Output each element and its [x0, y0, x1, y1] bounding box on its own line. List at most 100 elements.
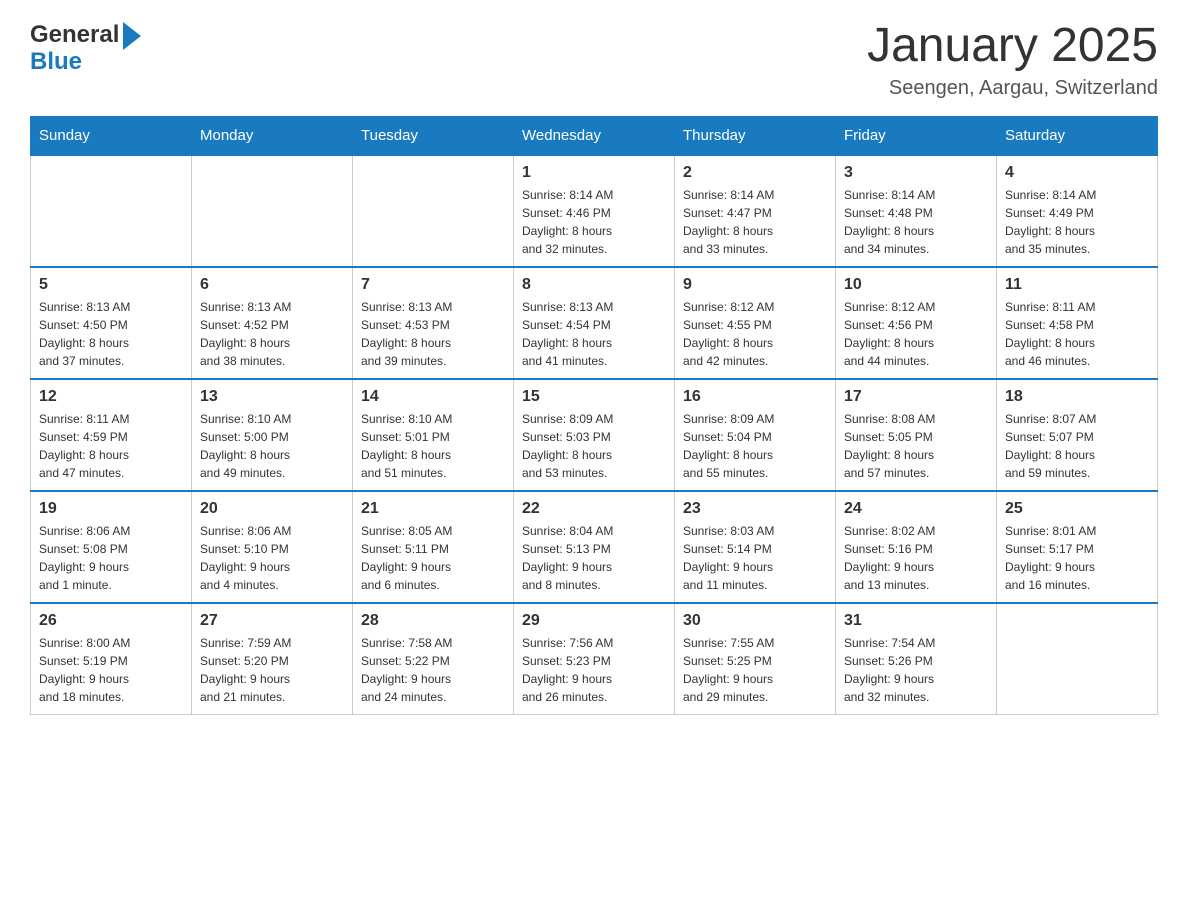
calendar-cell: 24 Sunrise: 8:02 AM Sunset: 5:16 PM Dayli…: [836, 491, 997, 603]
calendar-cell: 27Sunrise: 7:59 AM Sunset: 5:20 PM Dayli…: [192, 603, 353, 715]
day-number: 19: [39, 500, 183, 518]
calendar-cell: [192, 155, 353, 267]
day-number: 13: [200, 388, 344, 406]
day-info: Sunrise: 8:12 AM Sunset: 4:55 PM Dayligh…: [683, 298, 827, 370]
day-info: Sunrise: 8:04 AM Sunset: 5:13 PM Dayligh…: [522, 522, 666, 594]
calendar-row-5: 26 Sunrise: 8:00 AM Sunset: 5:19 PM Dayli…: [31, 603, 1158, 715]
calendar-cell: 3Sunrise: 8:14 AM Sunset: 4:48 PM Daylig…: [836, 155, 997, 267]
logo-general-text: General: [30, 21, 119, 49]
day-info: Sunrise: 8:09 AM Sunset: 5:04 PM Dayligh…: [683, 410, 827, 482]
day-number: 29: [522, 612, 666, 630]
day-number: 20: [200, 500, 344, 518]
day-info: Sunrise: 8:05 AM Sunset: 5:11 PM Dayligh…: [361, 522, 505, 594]
day-number: 26: [39, 612, 183, 630]
day-number: 2: [683, 164, 827, 182]
day-info: Sunrise: 7:55 AM Sunset: 5:25 PM Dayligh…: [683, 634, 827, 706]
calendar-subtitle: Seengen, Aargau, Switzerland: [867, 77, 1158, 100]
day-number: 21: [361, 500, 505, 518]
calendar-cell: 12Sunrise: 8:11 AM Sunset: 4:59 PM Dayli…: [31, 379, 192, 491]
day-number: 4: [1005, 164, 1149, 182]
day-info: Sunrise: 8:10 AM Sunset: 5:01 PM Dayligh…: [361, 410, 505, 482]
day-info: Sunrise: 7:56 AM Sunset: 5:23 PM Dayligh…: [522, 634, 666, 706]
day-info: Sunrise: 8:01 AM Sunset: 5:17 PM Dayligh…: [1005, 522, 1149, 594]
day-info: Sunrise: 8:08 AM Sunset: 5:05 PM Dayligh…: [844, 410, 988, 482]
calendar-cell: 9 Sunrise: 8:12 AM Sunset: 4:55 PM Daylig…: [675, 267, 836, 379]
logo: General Blue: [30, 20, 141, 76]
day-info: Sunrise: 8:13 AM Sunset: 4:53 PM Dayligh…: [361, 298, 505, 370]
calendar-cell: 4 Sunrise: 8:14 AM Sunset: 4:49 PM Daylig…: [997, 155, 1158, 267]
day-number: 5: [39, 276, 183, 294]
header-cell-wednesday: Wednesday: [514, 116, 675, 155]
calendar-header-row: SundayMondayTuesdayWednesdayThursdayFrid…: [31, 116, 1158, 155]
calendar-row-2: 5 Sunrise: 8:13 AM Sunset: 4:50 PM Daylig…: [31, 267, 1158, 379]
day-info: Sunrise: 8:13 AM Sunset: 4:54 PM Dayligh…: [522, 298, 666, 370]
calendar-cell: 29 Sunrise: 7:56 AM Sunset: 5:23 PM Dayli…: [514, 603, 675, 715]
day-info: Sunrise: 8:12 AM Sunset: 4:56 PM Dayligh…: [844, 298, 988, 370]
day-info: Sunrise: 8:11 AM Sunset: 4:58 PM Dayligh…: [1005, 298, 1149, 370]
calendar-cell: 10 Sunrise: 8:12 AM Sunset: 4:56 PM Dayli…: [836, 267, 997, 379]
calendar-cell: 7 Sunrise: 8:13 AM Sunset: 4:53 PM Daylig…: [353, 267, 514, 379]
calendar-title: January 2025: [867, 20, 1158, 73]
header-cell-saturday: Saturday: [997, 116, 1158, 155]
day-info: Sunrise: 8:07 AM Sunset: 5:07 PM Dayligh…: [1005, 410, 1149, 482]
day-number: 9: [683, 276, 827, 294]
day-number: 24: [844, 500, 988, 518]
day-info: Sunrise: 8:14 AM Sunset: 4:47 PM Dayligh…: [683, 186, 827, 258]
calendar-cell: 26 Sunrise: 8:00 AM Sunset: 5:19 PM Dayli…: [31, 603, 192, 715]
calendar-cell: 6 Sunrise: 8:13 AM Sunset: 4:52 PM Daylig…: [192, 267, 353, 379]
calendar-cell: 2 Sunrise: 8:14 AM Sunset: 4:47 PM Daylig…: [675, 155, 836, 267]
day-number: 28: [361, 612, 505, 630]
day-number: 31: [844, 612, 988, 630]
calendar-table: SundayMondayTuesdayWednesdayThursdayFrid…: [30, 116, 1158, 715]
day-number: 6: [200, 276, 344, 294]
day-number: 25: [1005, 500, 1149, 518]
day-info: Sunrise: 8:14 AM Sunset: 4:46 PM Dayligh…: [522, 186, 666, 258]
calendar-cell: 30Sunrise: 7:55 AM Sunset: 5:25 PM Dayli…: [675, 603, 836, 715]
calendar-cell: 13 Sunrise: 8:10 AM Sunset: 5:00 PM Dayli…: [192, 379, 353, 491]
day-info: Sunrise: 8:00 AM Sunset: 5:19 PM Dayligh…: [39, 634, 183, 706]
calendar-cell: 25 Sunrise: 8:01 AM Sunset: 5:17 PM Dayli…: [997, 491, 1158, 603]
calendar-cell: 23 Sunrise: 8:03 AM Sunset: 5:14 PM Dayli…: [675, 491, 836, 603]
day-info: Sunrise: 8:02 AM Sunset: 5:16 PM Dayligh…: [844, 522, 988, 594]
header-cell-thursday: Thursday: [675, 116, 836, 155]
calendar-cell: [353, 155, 514, 267]
day-number: 15: [522, 388, 666, 406]
day-info: Sunrise: 8:13 AM Sunset: 4:52 PM Dayligh…: [200, 298, 344, 370]
calendar-cell: 19Sunrise: 8:06 AM Sunset: 5:08 PM Dayli…: [31, 491, 192, 603]
day-number: 27: [200, 612, 344, 630]
day-number: 23: [683, 500, 827, 518]
page-header: General Blue January 2025 Seengen, Aarga…: [30, 20, 1158, 100]
calendar-cell: 1 Sunrise: 8:14 AM Sunset: 4:46 PM Daylig…: [514, 155, 675, 267]
calendar-row-3: 12Sunrise: 8:11 AM Sunset: 4:59 PM Dayli…: [31, 379, 1158, 491]
calendar-cell: 22 Sunrise: 8:04 AM Sunset: 5:13 PM Dayli…: [514, 491, 675, 603]
day-info: Sunrise: 8:14 AM Sunset: 4:48 PM Dayligh…: [844, 186, 988, 258]
day-number: 14: [361, 388, 505, 406]
day-number: 8: [522, 276, 666, 294]
header-cell-sunday: Sunday: [31, 116, 192, 155]
day-number: 11: [1005, 276, 1149, 294]
day-number: 18: [1005, 388, 1149, 406]
logo-arrow-icon: [123, 22, 141, 50]
calendar-row-4: 19Sunrise: 8:06 AM Sunset: 5:08 PM Dayli…: [31, 491, 1158, 603]
day-info: Sunrise: 8:14 AM Sunset: 4:49 PM Dayligh…: [1005, 186, 1149, 258]
day-number: 17: [844, 388, 988, 406]
day-number: 22: [522, 500, 666, 518]
day-number: 1: [522, 164, 666, 182]
day-number: 7: [361, 276, 505, 294]
day-info: Sunrise: 8:13 AM Sunset: 4:50 PM Dayligh…: [39, 298, 183, 370]
calendar-cell: 16 Sunrise: 8:09 AM Sunset: 5:04 PM Dayli…: [675, 379, 836, 491]
header-cell-friday: Friday: [836, 116, 997, 155]
logo-blue-text: Blue: [30, 48, 82, 76]
header-cell-tuesday: Tuesday: [353, 116, 514, 155]
day-number: 10: [844, 276, 988, 294]
calendar-cell: 31Sunrise: 7:54 AM Sunset: 5:26 PM Dayli…: [836, 603, 997, 715]
day-info: Sunrise: 8:11 AM Sunset: 4:59 PM Dayligh…: [39, 410, 183, 482]
day-info: Sunrise: 8:03 AM Sunset: 5:14 PM Dayligh…: [683, 522, 827, 594]
calendar-cell: 18 Sunrise: 8:07 AM Sunset: 5:07 PM Dayli…: [997, 379, 1158, 491]
day-number: 16: [683, 388, 827, 406]
title-block: January 2025 Seengen, Aargau, Switzerlan…: [867, 20, 1158, 100]
calendar-cell: [31, 155, 192, 267]
calendar-cell: 21 Sunrise: 8:05 AM Sunset: 5:11 PM Dayli…: [353, 491, 514, 603]
day-info: Sunrise: 8:10 AM Sunset: 5:00 PM Dayligh…: [200, 410, 344, 482]
calendar-cell: 15Sunrise: 8:09 AM Sunset: 5:03 PM Dayli…: [514, 379, 675, 491]
